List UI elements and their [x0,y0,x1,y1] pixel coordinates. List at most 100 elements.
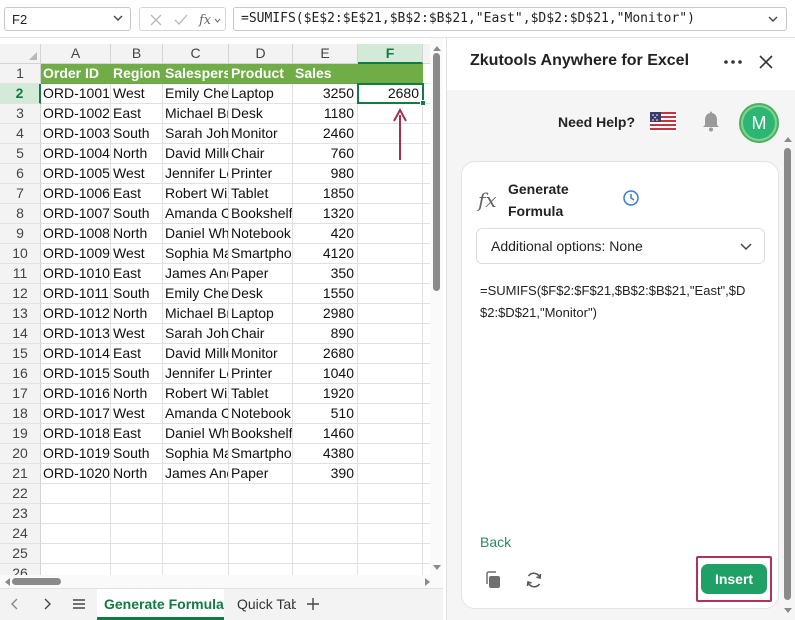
row-header-22[interactable]: 22 [0,484,41,504]
table-cell[interactable]: West [111,244,163,264]
table-cell[interactable]: 510 [293,404,358,424]
generated-formula[interactable]: =SUMIFS($F$2:$F$21,$B$2:$B$21,"East",$D$… [480,280,770,324]
scroll-thumb[interactable] [12,578,61,585]
table-cell[interactable]: 2980 [293,304,358,324]
table-cell[interactable]: Robert Wilson [163,184,229,204]
empty-cell[interactable] [358,244,423,264]
table-cell[interactable]: Printer [229,164,293,184]
table-cell[interactable]: Amanda Clark [163,404,229,424]
row-header-24[interactable]: 24 [0,524,41,544]
table-cell[interactable]: ORD-1020 [41,464,111,484]
table-cell[interactable]: Laptop [229,84,293,104]
table-cell[interactable]: West [111,84,163,104]
table-cell[interactable]: ORD-1009 [41,244,111,264]
empty-cell[interactable] [41,484,111,504]
row-header-6[interactable]: 6 [0,164,41,184]
table-cell[interactable]: 1320 [293,204,358,224]
table-cell[interactable]: East [111,184,163,204]
table-header-cell[interactable]: Region [111,64,163,84]
scroll-thumb[interactable] [433,53,440,291]
empty-cell[interactable] [163,544,229,564]
row-header-16[interactable]: 16 [0,364,41,384]
empty-cell[interactable] [358,344,423,364]
close-icon[interactable] [758,54,774,70]
row-header-9[interactable]: 9 [0,224,41,244]
back-link[interactable]: Back [480,534,511,550]
table-cell[interactable]: Michael Brown [163,304,229,324]
row-header-3[interactable]: 3 [0,104,41,124]
table-cell[interactable]: ORD-1018 [41,424,111,444]
table-cell[interactable]: 390 [293,464,358,484]
empty-cell[interactable] [163,524,229,544]
empty-cell[interactable] [358,444,423,464]
plus-icon[interactable] [305,596,321,612]
table-cell[interactable]: 2680 [293,344,358,364]
table-cell[interactable]: Notebook [229,404,293,424]
formula-input[interactable]: =SUMIFS($E$2:$E$21,$B$2:$B$21,"East",$D$… [233,7,787,31]
table-cell[interactable]: ORD-1013 [41,324,111,344]
row-header-12[interactable]: 12 [0,284,41,304]
empty-cell[interactable] [111,564,163,575]
empty-cell[interactable] [358,204,423,224]
scroll-left-icon[interactable] [5,578,10,586]
empty-cell[interactable] [41,504,111,524]
table-cell[interactable]: West [111,164,163,184]
table-cell[interactable]: ORD-1014 [41,344,111,364]
table-cell[interactable]: James Anderson [163,264,229,284]
empty-cell[interactable] [229,524,293,544]
table-cell[interactable]: Emily Chen [163,284,229,304]
fill-handle[interactable] [420,100,426,106]
checkmark-icon[interactable] [173,12,189,28]
table-cell[interactable]: South [111,444,163,464]
row-header-25[interactable]: 25 [0,544,41,564]
table-cell[interactable]: Paper [229,464,293,484]
table-cell[interactable]: Amanda Clark [163,204,229,224]
table-cell[interactable]: ORD-1016 [41,384,111,404]
table-cell[interactable]: James Anderson [163,464,229,484]
table-cell[interactable]: ORD-1001 [41,84,111,104]
table-header-cell[interactable] [358,64,423,84]
table-cell[interactable]: ORD-1017 [41,404,111,424]
bell-icon[interactable] [701,111,721,133]
column-header-e[interactable]: E [293,44,358,64]
chevron-left-icon[interactable] [8,596,22,612]
row-header-2[interactable]: 2 [0,84,41,104]
horizontal-scrollbar[interactable] [0,575,443,588]
table-cell[interactable]: 760 [293,144,358,164]
row-header-23[interactable]: 23 [0,504,41,524]
table-cell[interactable]: ORD-1003 [41,124,111,144]
table-cell[interactable]: North [111,304,163,324]
table-cell[interactable]: Desk [229,284,293,304]
x-icon[interactable] [148,12,164,28]
table-header-cell[interactable]: Salesperson [163,64,229,84]
table-cell[interactable]: Sarah Johnson [163,324,229,344]
row-header-4[interactable]: 4 [0,124,41,144]
table-cell[interactable]: Bookshelf [229,204,293,224]
table-cell[interactable]: Smartphone [229,244,293,264]
table-cell[interactable]: 1460 [293,424,358,444]
table-cell[interactable]: Smartphone [229,444,293,464]
empty-cell[interactable] [358,104,423,124]
select-all-corner[interactable] [0,44,41,64]
row-header-10[interactable]: 10 [0,244,41,264]
avatar[interactable]: M [739,103,779,143]
row-header-1[interactable]: 1 [0,64,41,84]
empty-cell[interactable] [293,504,358,524]
empty-cell[interactable] [358,384,423,404]
vertical-scrollbar[interactable] [430,38,443,575]
table-cell[interactable]: Desk [229,104,293,124]
more-dots-icon[interactable] [722,52,744,72]
table-cell[interactable]: Sarah Johnson [163,124,229,144]
row-header-7[interactable]: 7 [0,184,41,204]
chevron-down-icon[interactable] [739,240,753,254]
empty-cell[interactable] [358,464,423,484]
empty-cell[interactable] [293,544,358,564]
table-cell[interactable]: Monitor [229,344,293,364]
scroll-down-icon[interactable] [433,565,441,570]
table-cell[interactable]: Jennifer Lee [163,364,229,384]
name-box[interactable]: F2 [4,7,131,31]
us-flag-icon[interactable] [650,112,676,132]
table-cell[interactable]: North [111,144,163,164]
empty-cell[interactable] [111,524,163,544]
table-cell[interactable]: Laptop [229,304,293,324]
